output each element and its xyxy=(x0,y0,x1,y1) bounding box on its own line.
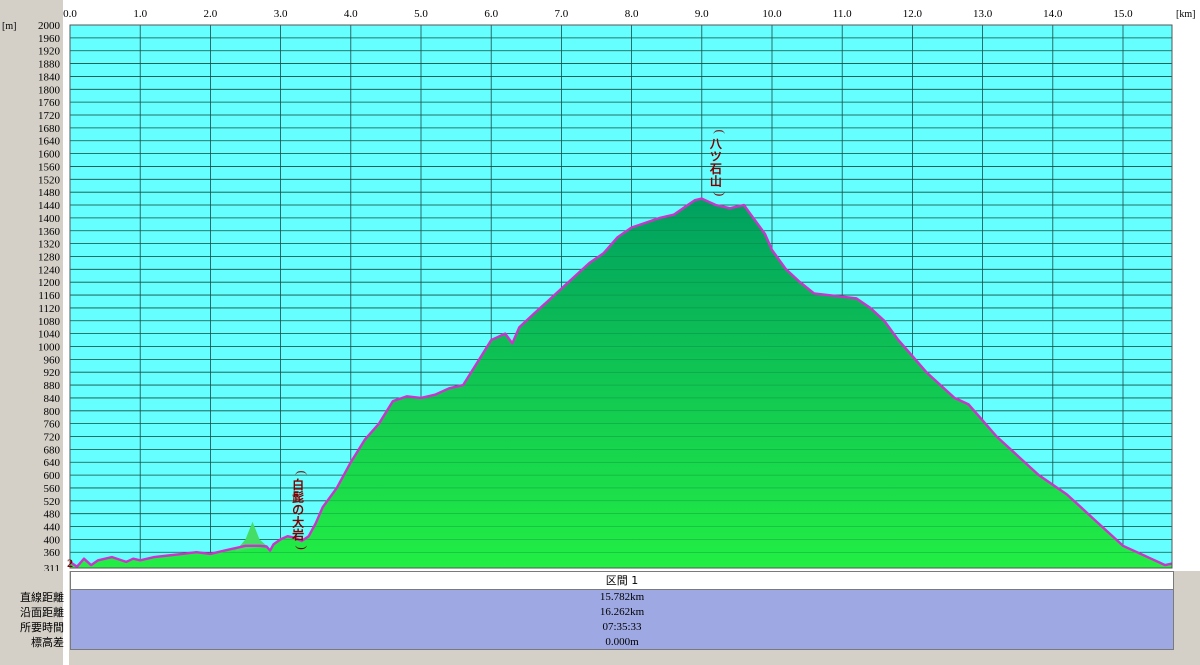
y-tick-label: 1840 xyxy=(38,71,61,83)
summary-panel: 直線距離 沿面距離 所要時間 標高差 区間 1 15.782km 16.262k… xyxy=(0,571,1200,665)
y-tick-label: 520 xyxy=(44,496,61,508)
surface-distance-value: 16.262km xyxy=(599,606,645,618)
x-tick-label: 11.0 xyxy=(833,8,852,20)
x-tick-label: 4.0 xyxy=(344,8,358,20)
y-unit-label: [m] xyxy=(2,21,16,32)
y-tick-label: 1560 xyxy=(38,161,61,173)
y-tick-label: 480 xyxy=(44,509,61,521)
y-tick-label: 1360 xyxy=(38,226,61,238)
y-tick-label: 880 xyxy=(44,380,61,392)
x-tick-label: 14.0 xyxy=(1043,8,1063,20)
annotation-char: 山 xyxy=(710,174,722,189)
y-tick-label: 1080 xyxy=(38,316,61,328)
y-tick-label: 1200 xyxy=(38,277,61,289)
y-tick-label: 1720 xyxy=(38,110,61,122)
row-label-time: 所要時間 xyxy=(20,621,64,634)
y-tick-label: 311 xyxy=(44,563,60,571)
summary-table: 区間 1 15.782km 16.262km 07:35:33 0.000m xyxy=(70,571,1174,650)
y-tick-label: 440 xyxy=(44,522,61,534)
x-unit-label: [km] xyxy=(1176,9,1195,20)
elevation-profile-chart: 3113604004404805205606006406807207608008… xyxy=(2,0,1200,571)
y-tick-label: 1240 xyxy=(38,264,61,276)
annotation-char: ) xyxy=(713,192,728,196)
y-tick-label: 1000 xyxy=(38,341,61,353)
y-tick-label: 680 xyxy=(44,444,61,456)
annotation-char: 岩 xyxy=(291,527,304,542)
y-tick-label: 560 xyxy=(44,483,61,495)
x-tick-label: 10.0 xyxy=(762,8,782,20)
time-value: 07:35:33 xyxy=(602,621,642,633)
x-tick-label: 0.0 xyxy=(63,8,77,20)
y-tick-label: 360 xyxy=(44,547,61,559)
y-tick-label: 1480 xyxy=(38,187,61,199)
y-tick-label: 640 xyxy=(44,457,61,469)
row-label-elevation-diff: 標高差 xyxy=(31,636,64,649)
annotation-char: ( xyxy=(295,471,310,475)
y-tick-label: 800 xyxy=(44,406,61,418)
y-tick-label: 920 xyxy=(44,367,61,379)
y-tick-label: 1680 xyxy=(38,123,61,135)
x-tick-label: 15.0 xyxy=(1113,8,1133,20)
x-tick-label: 3.0 xyxy=(274,8,288,20)
y-tick-label: 1520 xyxy=(38,174,61,186)
x-tick-label: 13.0 xyxy=(973,8,993,20)
y-tick-label: 720 xyxy=(44,432,61,444)
y-tick-label: 1280 xyxy=(38,251,61,263)
elevation-diff-value: 0.000m xyxy=(605,636,639,648)
y-tick-label: 1160 xyxy=(38,290,60,302)
x-tick-label: 1.0 xyxy=(133,8,147,20)
y-tick-label: 1320 xyxy=(38,239,61,251)
x-tick-label: 8.0 xyxy=(625,8,639,20)
x-tick-label: 7.0 xyxy=(555,8,569,20)
y-tick-label: 1440 xyxy=(38,200,61,212)
y-tick-label: 1640 xyxy=(38,136,61,148)
y-tick-label: 960 xyxy=(44,354,61,366)
section-header: 区間 1 xyxy=(71,572,1173,590)
y-tick-label: 2000 xyxy=(38,20,61,32)
start-marker: 2 xyxy=(67,556,73,570)
annotation-char: ) xyxy=(295,546,310,550)
y-tick-label: 1040 xyxy=(38,329,61,341)
y-tick-label: 1800 xyxy=(38,84,61,96)
y-tick-label: 840 xyxy=(44,393,61,405)
y-tick-label: 1880 xyxy=(38,59,61,71)
y-tick-label: 1760 xyxy=(38,97,61,109)
y-tick-label: 1920 xyxy=(38,46,61,58)
x-tick-label: 12.0 xyxy=(903,8,923,20)
row-label-surface-distance: 沿面距離 xyxy=(20,606,64,619)
y-tick-label: 1600 xyxy=(38,149,61,161)
y-tick-label: 1960 xyxy=(38,33,61,45)
x-tick-label: 9.0 xyxy=(695,8,709,20)
y-tick-label: 600 xyxy=(44,470,61,482)
annotation-char: ( xyxy=(713,130,728,134)
x-tick-label: 6.0 xyxy=(484,8,498,20)
straight-distance-value: 15.782km xyxy=(599,591,645,603)
y-tick-label: 400 xyxy=(44,534,61,546)
x-tick-label: 2.0 xyxy=(204,8,218,20)
row-label-straight-distance: 直線距離 xyxy=(20,591,64,604)
y-tick-label: 1120 xyxy=(38,303,60,315)
y-tick-label: 760 xyxy=(44,419,61,431)
x-tick-label: 5.0 xyxy=(414,8,428,20)
y-tick-label: 1400 xyxy=(38,213,61,225)
